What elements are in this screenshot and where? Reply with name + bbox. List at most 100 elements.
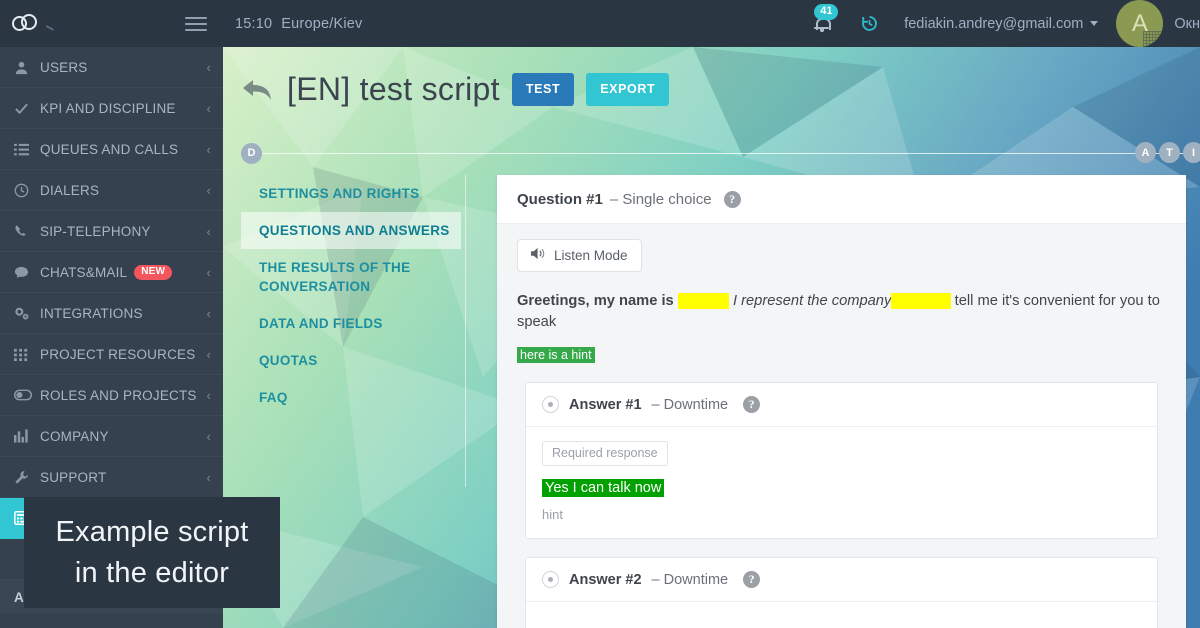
check-icon [14, 101, 40, 116]
callout-overlay: Example script in the editor [24, 497, 280, 608]
user-icon [14, 60, 40, 75]
clock-time: 15:10 [235, 15, 273, 32]
sidebar-item-label: PROJECT RESOURCES [40, 346, 196, 362]
greeting-blank-1[interactable]: ______ [677, 293, 729, 309]
logo-tail [46, 24, 54, 31]
notifications-button[interactable]: 41 [798, 0, 844, 47]
logo[interactable] [0, 13, 105, 35]
chevron-left-icon: ‹ [206, 141, 211, 157]
timeline-node-start[interactable]: D [241, 142, 262, 164]
toggle-icon [14, 389, 40, 401]
chevron-left-icon: ‹ [206, 346, 211, 362]
question-subtitle: – Single choice [609, 191, 712, 208]
sidebar-item-label: CHATS&MAIL [40, 264, 128, 280]
phone-icon [14, 224, 40, 239]
section-item-results-of-conversation[interactable]: THE RESULTS OF THE CONVERSATION [241, 249, 441, 305]
sidebar-item-dialers[interactable]: DIALERS ‹ [0, 170, 223, 211]
timeline-node-i[interactable]: I [1183, 142, 1200, 163]
help-icon[interactable]: ? [743, 396, 761, 413]
question-text: Greetings, my name is ______ I represent… [517, 291, 1166, 333]
page-title: [EN] test script [287, 71, 500, 107]
timeline-node-t[interactable]: T [1159, 142, 1180, 163]
question-card: Question #1 – Single choice ? Listen Mod… [497, 175, 1186, 628]
section-item-quotas[interactable]: QUOTAS [241, 342, 461, 379]
answer-card-body: Required response Yes I can talk now hin… [526, 427, 1157, 538]
sidebar-item-label: SUPPORT [40, 469, 107, 485]
answer-subtitle: – Downtime [651, 571, 729, 588]
sidebar-item-project-resources[interactable]: PROJECT RESOURCES ‹ [0, 334, 223, 375]
chevron-left-icon: ‹ [206, 428, 211, 444]
greeting-blank-2[interactable]: _______ [891, 293, 951, 309]
sidebar-item-label: KPI AND DISCIPLINE [40, 100, 176, 116]
chevron-left-icon: ‹ [206, 182, 211, 198]
history-icon[interactable] [844, 14, 894, 33]
page-header: [EN] test script TEST EXPORT [223, 47, 1200, 132]
sidebar-item-label: COMPANY [40, 428, 109, 444]
listen-mode-button[interactable]: Listen Mode [517, 239, 642, 272]
help-icon[interactable]: ? [743, 571, 761, 588]
greeting-italic: I represent the company [732, 293, 892, 309]
section-item-faq[interactable]: FAQ [241, 379, 461, 416]
radio-icon[interactable] [542, 571, 559, 588]
hamburger-icon[interactable] [185, 16, 207, 31]
timeline-node-a[interactable]: A [1135, 142, 1156, 163]
chevron-left-icon: ‹ [206, 264, 211, 280]
main-content: [EN] test script TEST EXPORT D A T I SET… [223, 47, 1200, 628]
test-button[interactable]: TEST [511, 73, 575, 106]
bar-chart-icon [14, 429, 40, 443]
chevron-left-icon: ‹ [206, 387, 211, 403]
topbar-right-label: Окн [1174, 15, 1200, 32]
question-hint-line: here is a hint [517, 346, 1166, 364]
user-email-label: fediakin.andrey@gmail.com [904, 15, 1084, 32]
answer-text-row: Yes I can talk now [542, 466, 1141, 497]
chevron-left-icon: ‹ [206, 100, 211, 116]
sidebar-item-roles-and-projects[interactable]: ROLES AND PROJECTS ‹ [0, 375, 223, 416]
chevron-down-icon [1090, 21, 1099, 26]
sidebar-item-label: QUEUES AND CALLS [40, 141, 179, 157]
sidebar-item-label: DIALERS [40, 182, 100, 198]
answer-title: Answer #1 [569, 396, 642, 413]
sidebar-item-support[interactable]: SUPPORT ‹ [0, 457, 223, 498]
chevron-left-icon: ‹ [206, 59, 211, 75]
sidebar-item-label: SIP-TELEPHONY [40, 223, 151, 239]
sidebar-item-users[interactable]: USERS ‹ [0, 47, 223, 88]
wrench-icon [14, 470, 40, 485]
sidebar-item-kpi-and-discipline[interactable]: KPI AND DISCIPLINE ‹ [0, 88, 223, 129]
question-title: Question #1 [517, 191, 603, 208]
answer-card-1: Answer #1 – Downtime ? Required response… [525, 382, 1158, 539]
sidebar-item-label: INTEGRATIONS [40, 305, 143, 321]
export-button[interactable]: EXPORT [586, 73, 670, 106]
callout-text: Example script in the editor [55, 515, 249, 589]
radio-icon[interactable] [542, 396, 559, 413]
grid-icon [14, 347, 40, 362]
answer-hint: hint [542, 507, 563, 522]
help-icon[interactable]: ? [723, 191, 741, 208]
question-card-header: Question #1 – Single choice ? [497, 175, 1186, 224]
sidebar-item-company[interactable]: COMPANY ‹ [0, 416, 223, 457]
user-menu[interactable]: fediakin.andrey@gmail.com [904, 15, 1099, 32]
gears-icon [14, 306, 40, 321]
back-arrow-svg [243, 79, 271, 100]
answer-card-header: Answer #2 – Downtime ? [526, 558, 1157, 602]
sidebar-item-chats-and-mail[interactable]: CHATS&MAIL NEW ‹ [0, 252, 223, 293]
list-icon [14, 142, 40, 157]
answer-card-header: Answer #1 – Downtime ? [526, 383, 1157, 427]
section-item-questions-and-answers[interactable]: QUESTIONS AND ANSWERS [241, 212, 461, 249]
sidebar-item-sip-telephony[interactable]: SIP-TELEPHONY ‹ [0, 211, 223, 252]
sidebar-item-integrations[interactable]: INTEGRATIONS ‹ [0, 293, 223, 334]
required-response-chip: Required response [542, 441, 668, 466]
chevron-left-icon: ‹ [206, 469, 211, 485]
sidebar-item-label: ROLES AND PROJECTS [40, 387, 197, 403]
avatar[interactable]: A [1116, 0, 1164, 47]
section-navigation: SETTINGS AND RIGHTS QUESTIONS AND ANSWER… [241, 175, 466, 487]
section-item-data-and-fields[interactable]: DATA AND FIELDS [241, 305, 461, 342]
chevron-left-icon: ‹ [206, 223, 211, 239]
history-svg [861, 16, 877, 31]
back-arrow-icon[interactable] [241, 77, 287, 103]
answer-text: Yes I can talk now [542, 479, 665, 497]
answer-title: Answer #2 [569, 571, 642, 588]
sidebar-item-queues-and-calls[interactable]: QUEUES AND CALLS ‹ [0, 129, 223, 170]
new-badge: NEW [134, 264, 173, 280]
section-item-settings-and-rights[interactable]: SETTINGS AND RIGHTS [241, 175, 461, 212]
avatar-texture [1143, 31, 1162, 47]
